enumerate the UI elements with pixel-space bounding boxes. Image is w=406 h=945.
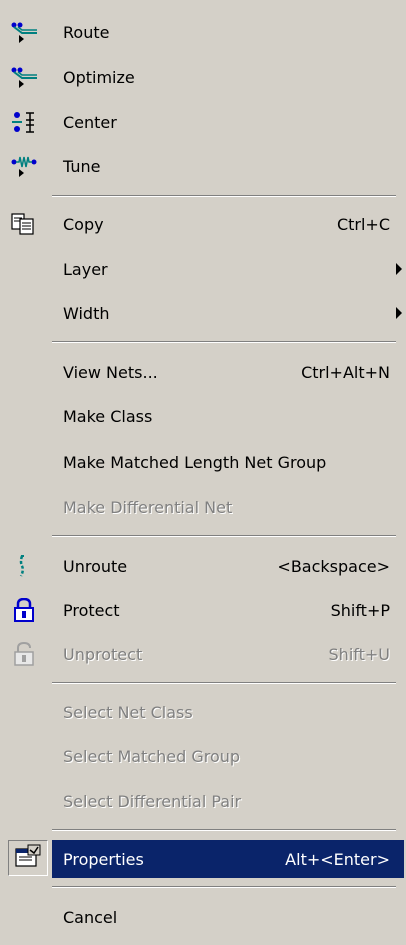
menu-item-optimize[interactable]: Optimize bbox=[0, 57, 404, 97]
menu-item-protect[interactable]: Protect Shift+P bbox=[0, 590, 404, 630]
menu-item-select-differential-pair: Select Differential Pair bbox=[0, 781, 404, 821]
menu-item-label: Layer bbox=[63, 259, 108, 279]
menu-item-label: Tune bbox=[63, 156, 101, 176]
context-menu: Route Optimize Center Tune Copy Ctrl+C L… bbox=[0, 0, 406, 945]
menu-item-select-net-class: Select Net Class bbox=[0, 692, 404, 732]
menu-item-route[interactable]: Route bbox=[0, 12, 404, 52]
optimize-icon bbox=[10, 65, 38, 89]
menu-item-shortcut: Ctrl+C bbox=[336, 214, 390, 234]
menu-item-cancel[interactable]: Cancel bbox=[0, 897, 404, 937]
menu-item-label: Route bbox=[63, 22, 110, 42]
menu-item-label: Select Differential Pair bbox=[63, 791, 242, 811]
menu-item-layer[interactable]: Layer bbox=[0, 249, 404, 289]
menu-item-label: Optimize bbox=[63, 67, 135, 87]
menu-item-shortcut: Alt+<Enter> bbox=[285, 849, 390, 869]
menu-item-label: Cancel bbox=[63, 907, 118, 927]
menu-item-make-differential-net: Make Differential Net bbox=[0, 487, 404, 527]
copy-icon bbox=[10, 212, 38, 236]
menu-item-label: Center bbox=[63, 112, 117, 132]
properties-icon-frame bbox=[8, 840, 48, 876]
menu-separator bbox=[52, 535, 396, 537]
menu-item-label: View Nets... bbox=[63, 362, 158, 382]
menu-item-properties[interactable]: Properties Alt+<Enter> bbox=[52, 840, 404, 878]
menu-item-label: Width bbox=[63, 303, 110, 323]
menu-item-make-matched-length-net-group[interactable]: Make Matched Length Net Group bbox=[0, 442, 404, 482]
menu-item-unroute[interactable]: Unroute <Backspace> bbox=[0, 546, 404, 586]
center-icon bbox=[10, 110, 38, 134]
menu-item-label: Unprotect bbox=[63, 644, 143, 664]
menu-item-tune[interactable]: Tune bbox=[0, 146, 404, 186]
lock-icon bbox=[10, 598, 38, 622]
menu-item-label: Select Matched Group bbox=[63, 746, 241, 766]
menu-item-unprotect: Unprotect Shift+U bbox=[0, 634, 404, 674]
menu-item-label: Protect bbox=[63, 600, 120, 620]
menu-item-make-class[interactable]: Make Class bbox=[0, 396, 404, 436]
unroute-icon bbox=[10, 554, 38, 578]
menu-item-shortcut: Ctrl+Alt+N bbox=[301, 362, 390, 382]
menu-separator bbox=[52, 829, 396, 831]
menu-item-label: Properties bbox=[63, 849, 144, 869]
unlock-icon bbox=[10, 642, 38, 666]
menu-item-label: Select Net Class bbox=[63, 702, 193, 722]
menu-item-shortcut: Shift+U bbox=[328, 644, 390, 664]
menu-item-center[interactable]: Center bbox=[0, 102, 404, 142]
menu-separator bbox=[52, 682, 396, 684]
menu-separator bbox=[52, 195, 396, 197]
menu-separator bbox=[52, 886, 396, 888]
menu-item-select-matched-group: Select Matched Group bbox=[0, 736, 404, 776]
submenu-arrow-icon bbox=[396, 307, 402, 319]
menu-item-shortcut: Shift+P bbox=[330, 600, 390, 620]
route-icon bbox=[10, 20, 38, 44]
submenu-arrow-icon bbox=[396, 263, 402, 275]
menu-item-label: Unroute bbox=[63, 556, 128, 576]
menu-item-label: Make Matched Length Net Group bbox=[63, 452, 327, 472]
menu-item-shortcut: <Backspace> bbox=[277, 556, 390, 576]
menu-item-copy[interactable]: Copy Ctrl+C bbox=[0, 204, 404, 244]
menu-item-view-nets[interactable]: View Nets... Ctrl+Alt+N bbox=[0, 352, 404, 392]
menu-item-label: Make Differential Net bbox=[63, 497, 233, 517]
properties-icon bbox=[14, 844, 42, 872]
menu-item-label: Copy bbox=[63, 214, 104, 234]
menu-item-label: Make Class bbox=[63, 406, 153, 426]
menu-separator bbox=[52, 341, 396, 343]
menu-item-width[interactable]: Width bbox=[0, 293, 404, 333]
tune-icon bbox=[10, 154, 38, 178]
